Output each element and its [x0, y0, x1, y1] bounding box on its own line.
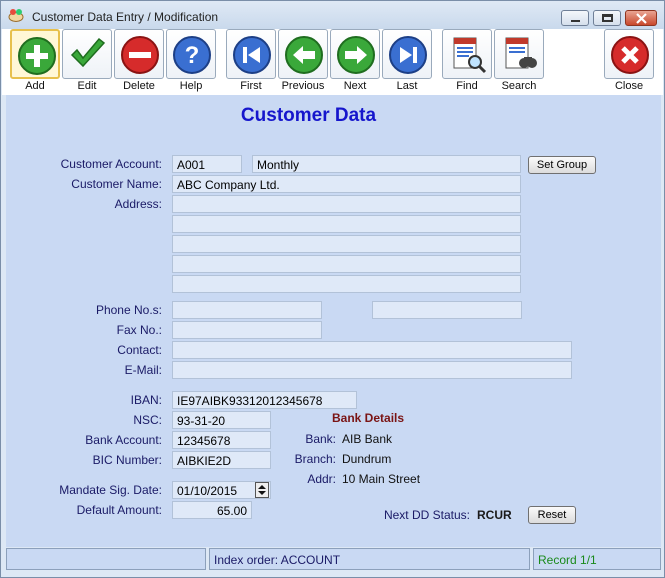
find-icon: [453, 37, 487, 74]
delete-label: Delete: [123, 80, 155, 92]
bank-addr-value: 10 Main Street: [342, 472, 421, 486]
add-icon: [18, 37, 56, 75]
email-label: E-Mail:: [124, 363, 162, 377]
bic-label: BIC Number:: [92, 453, 162, 467]
customer-name-label: Customer Name:: [71, 177, 162, 191]
toolbar: Add Edit Delete ? Help First Previous Ne…: [2, 29, 663, 95]
customer-account-field[interactable]: A001: [172, 155, 242, 173]
maximize-icon: [602, 14, 613, 22]
search-button[interactable]: Search: [494, 29, 544, 95]
edit-label: Edit: [77, 80, 97, 92]
reset-button[interactable]: Reset: [528, 506, 576, 524]
email-field[interactable]: [172, 361, 572, 379]
maximize-button[interactable]: [593, 10, 621, 26]
iban-label: IBAN:: [130, 393, 162, 407]
default-amount-label: Default Amount:: [76, 503, 162, 517]
minimize-button[interactable]: [561, 10, 589, 26]
customer-data-window: Customer Data Entry / Modification Add E…: [0, 0, 665, 578]
first-button[interactable]: First: [226, 29, 276, 95]
app-icon: [8, 9, 24, 22]
phone-1-field[interactable]: [172, 301, 322, 319]
index-order-status: Index order: ACCOUNT: [209, 548, 530, 570]
bic-field[interactable]: AIBKIE2D: [172, 451, 271, 469]
set-group-button[interactable]: Set Group: [528, 156, 596, 174]
bank-addr-label: Addr:: [307, 472, 336, 486]
delete-button[interactable]: Delete: [114, 29, 164, 95]
status-bar: Index order: ACCOUNT Record 1/1: [6, 548, 661, 570]
customer-name-field[interactable]: ABC Company Ltd.: [172, 175, 521, 193]
next-icon: [337, 36, 375, 74]
close-icon: [611, 36, 649, 74]
fax-label: Fax No.:: [116, 323, 162, 337]
bank-name-label: Bank:: [305, 432, 336, 446]
help-icon: ?: [173, 36, 211, 74]
checkmark-icon: [70, 37, 106, 68]
first-label: First: [240, 80, 262, 92]
find-button[interactable]: Find: [442, 29, 492, 95]
group-field[interactable]: Monthly: [252, 155, 521, 173]
help-label: Help: [179, 80, 203, 92]
last-label: Last: [396, 80, 418, 92]
delete-icon: [121, 36, 159, 74]
add-button[interactable]: Add: [10, 29, 60, 95]
search-icon: [505, 37, 537, 69]
phone-label: Phone No.s:: [95, 303, 162, 317]
add-label: Add: [25, 80, 45, 92]
svg-text:?: ?: [185, 42, 200, 69]
window-close-button[interactable]: [625, 10, 657, 26]
last-button[interactable]: Last: [382, 29, 432, 95]
contact-field[interactable]: [172, 341, 572, 359]
find-label: Find: [456, 80, 478, 92]
bank-name-value: AIB Bank: [342, 432, 393, 446]
branch-label: Branch:: [294, 452, 336, 466]
mandate-date-label: Mandate Sig. Date:: [59, 483, 162, 497]
address-line-3-field[interactable]: [172, 235, 521, 253]
help-button[interactable]: ? Help: [166, 29, 216, 95]
previous-label: Previous: [281, 80, 325, 92]
nsc-label: NSC:: [133, 413, 162, 427]
customer-form: Customer Data Customer Account: A001 Mon…: [6, 95, 661, 547]
address-line-4-field[interactable]: [172, 255, 521, 273]
fax-field[interactable]: [172, 321, 322, 339]
edit-button[interactable]: Edit: [62, 29, 112, 95]
next-dd-status-value: RCUR: [477, 508, 512, 522]
last-record-icon: [389, 36, 427, 74]
title-bar: Customer Data Entry / Modification: [1, 1, 664, 29]
first-record-icon: [233, 36, 271, 74]
branch-value: Dundrum: [342, 452, 392, 466]
minimize-icon: [571, 20, 580, 22]
close-x-icon: [636, 13, 647, 24]
phone-2-field[interactable]: [372, 301, 522, 319]
previous-icon: [285, 36, 323, 74]
bank-account-label: Bank Account:: [85, 433, 162, 447]
page-title: Customer Data: [240, 105, 377, 126]
next-dd-status-label: Next DD Status:: [383, 508, 470, 522]
record-status: Record 1/1: [533, 548, 661, 570]
default-amount-field[interactable]: 65.00: [172, 501, 252, 519]
address-label: Address:: [114, 197, 162, 211]
window-title: Customer Data Entry / Modification: [32, 10, 219, 24]
nsc-field[interactable]: 93-31-20: [172, 411, 271, 429]
bank-details-title: Bank Details: [332, 411, 405, 425]
iban-field[interactable]: IE97AIBK93312012345678: [172, 391, 357, 409]
address-line-1-field[interactable]: [172, 195, 521, 213]
contact-label: Contact:: [117, 343, 162, 357]
next-button[interactable]: Next: [330, 29, 380, 95]
address-line-2-field[interactable]: [172, 215, 521, 233]
search-label: Search: [501, 80, 537, 92]
bank-account-field[interactable]: 12345678: [172, 431, 271, 449]
address-line-5-field[interactable]: [172, 275, 521, 293]
status-panel-1: [6, 548, 206, 570]
customer-account-label: Customer Account:: [60, 157, 162, 171]
close-label: Close: [614, 80, 644, 92]
previous-button[interactable]: Previous: [278, 29, 328, 95]
close-button[interactable]: Close: [604, 29, 654, 95]
next-label: Next: [343, 80, 367, 92]
